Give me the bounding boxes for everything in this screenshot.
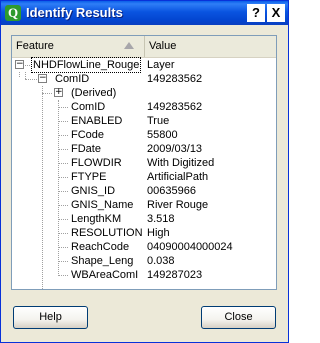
attribute-value: High [147, 227, 170, 239]
attribute-value: 149287023 [147, 269, 203, 281]
tree-row-feature[interactable]: − ComID 149283562 [12, 72, 276, 86]
feature-value: 149283562 [147, 73, 203, 85]
attribute-value: 3.518 [147, 213, 175, 225]
attribute-row[interactable]: FLOWDIR With Digitized [12, 156, 276, 170]
attribute-value: ArtificialPath [147, 171, 209, 183]
column-header-value[interactable]: Value [145, 36, 276, 57]
attribute-name: FTYPE [71, 171, 107, 183]
attribute-name: ReachCode [71, 241, 130, 253]
collapse-toggle-icon[interactable]: − [15, 60, 24, 69]
tree-connector-line [58, 247, 68, 248]
title-bar[interactable]: Q Identify Results ? X [1, 1, 288, 25]
column-header-feature[interactable]: Feature [12, 36, 145, 57]
attribute-row[interactable]: ReachCode 04090004000024 [12, 240, 276, 254]
attribute-name: FCode [71, 129, 105, 141]
help-button[interactable]: Help [13, 306, 88, 329]
attribute-name: GNIS_ID [71, 185, 116, 197]
tree-connector-line [58, 233, 68, 234]
attribute-row[interactable]: ENABLED True [12, 114, 276, 128]
collapse-toggle-icon[interactable]: − [38, 74, 47, 83]
dialog-body: Feature Value − NHDFlowLine_Rouge Layer [1, 25, 288, 342]
tree-connector-line [58, 261, 68, 262]
layer-type: Layer [147, 59, 175, 71]
attribute-value: 149283562 [147, 101, 203, 113]
attribute-name: Shape_Leng [71, 255, 134, 267]
help-title-button[interactable]: ? [247, 4, 265, 22]
attribute-row[interactable]: FCode 55800 [12, 128, 276, 142]
tree-connector-line [58, 135, 68, 136]
attribute-row[interactable]: RESOLUTION High [12, 226, 276, 240]
attribute-row[interactable]: GNIS_ID 00635966 [12, 184, 276, 198]
tree-connector-line [58, 177, 68, 178]
tree-row-layer[interactable]: − NHDFlowLine_Rouge Layer [12, 57, 276, 73]
attribute-value: 0.038 [147, 255, 175, 267]
attribute-name: LengthKM [71, 213, 122, 225]
close-button[interactable]: Close [201, 306, 276, 329]
column-header-feature-label: Feature [16, 40, 54, 52]
tree-connector-line [58, 107, 68, 108]
expand-toggle-icon[interactable]: + [54, 88, 63, 97]
attribute-name: ComID [71, 101, 106, 113]
tree-row-derived[interactable]: + (Derived) [12, 86, 276, 100]
attribute-value: 04090004000024 [147, 241, 233, 253]
feature-label: ComID [55, 73, 90, 85]
attribute-value: 2009/03/13 [147, 143, 203, 155]
tree-connector-line [58, 219, 68, 220]
window-title: Identify Results [26, 5, 123, 20]
attribute-value: 00635966 [147, 185, 196, 197]
attribute-value: With Digitized [147, 157, 215, 169]
attribute-name: RESOLUTION [71, 227, 143, 239]
attribute-row[interactable]: WBAreaComI 149287023 [12, 268, 276, 282]
attribute-row[interactable]: FDate 2009/03/13 [12, 142, 276, 156]
layer-name: NHDFlowLine_Rouge [30, 57, 142, 73]
derived-label: (Derived) [71, 87, 117, 99]
results-tree[interactable]: Feature Value − NHDFlowLine_Rouge Layer [11, 35, 277, 290]
tree-connector-line [58, 149, 68, 150]
tree-header: Feature Value [12, 36, 276, 58]
attribute-name: FLOWDIR [71, 157, 122, 169]
attribute-row[interactable]: GNIS_Name River Rouge [12, 198, 276, 212]
identify-results-window: Q Identify Results ? X Feature Value − N… [0, 0, 289, 343]
attribute-value: 55800 [147, 129, 178, 141]
tree-connector-line [58, 275, 68, 276]
attribute-value: River Rouge [147, 199, 209, 211]
attribute-name: WBAreaComI [71, 269, 139, 281]
attribute-name: ENABLED [71, 115, 123, 127]
attribute-value: True [147, 115, 170, 127]
qgis-app-icon: Q [5, 5, 21, 21]
tree-connector-line [58, 205, 68, 206]
sort-ascending-icon [124, 42, 134, 49]
attribute-row[interactable]: Shape_Leng 0.038 [12, 254, 276, 268]
close-title-button[interactable]: X [267, 4, 285, 22]
attribute-row[interactable]: LengthKM 3.518 [12, 212, 276, 226]
tree-connector-line [58, 191, 68, 192]
tree-connector-line [58, 121, 68, 122]
attribute-row[interactable]: ComID 149283562 [12, 100, 276, 114]
attribute-name: GNIS_Name [71, 199, 134, 211]
attribute-row[interactable]: FTYPE ArtificialPath [12, 170, 276, 184]
tree-connector-line [58, 163, 68, 164]
attribute-name: FDate [71, 143, 101, 155]
